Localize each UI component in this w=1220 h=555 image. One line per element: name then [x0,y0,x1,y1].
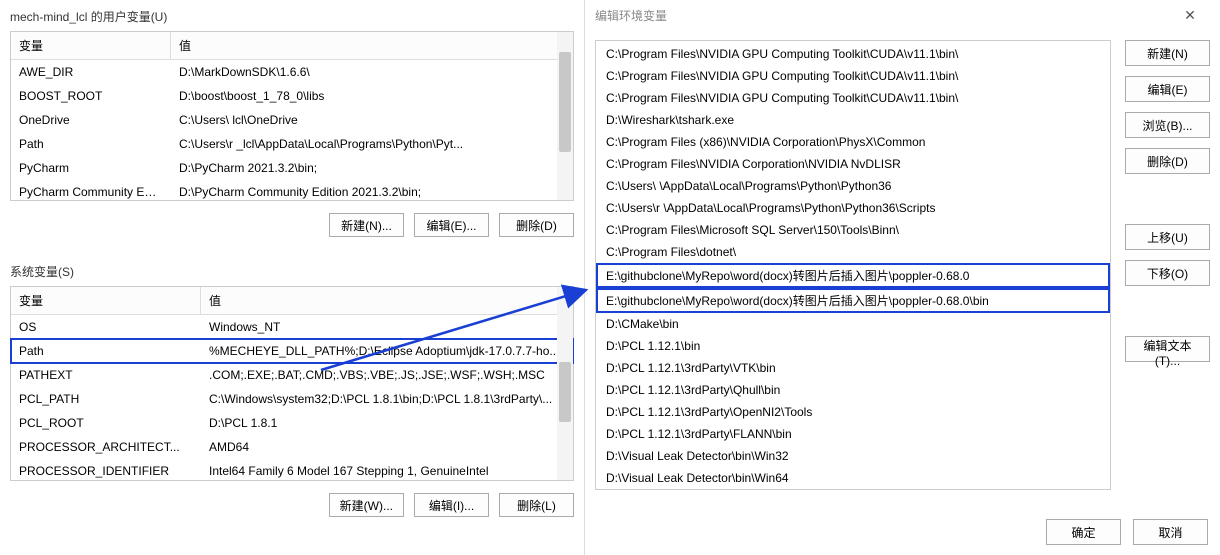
edit-sys-var-button[interactable]: 编辑(I)... [414,493,489,517]
table-header: 变量 值 [11,287,573,315]
cell-value: C:\Users\r _lcl\AppData\Local\Programs\P… [171,134,573,154]
col-variable[interactable]: 变量 [11,287,201,314]
ok-button[interactable]: 确定 [1046,519,1121,545]
list-item[interactable]: C:\Program Files\NVIDIA GPU Computing To… [596,43,1110,65]
table-row[interactable]: PROCESSOR_ARCHITECT...AMD64 [11,435,573,459]
table-row[interactable]: PCL_ROOTD:\PCL 1.8.1 [11,411,573,435]
cell-value: D:\boost\boost_1_78_0\libs [171,86,573,106]
env-vars-window: mech-mind_lcl 的用户变量(U) 变量 值 AWE_DIRD:\Ma… [0,0,585,555]
delete-path-button[interactable]: 删除(D) [1125,148,1210,174]
browse-button[interactable]: 浏览(B)... [1125,112,1210,138]
list-item[interactable]: D:\Visual Leak Detector\bin\Win32 [596,445,1110,467]
cell-value: AMD64 [201,437,573,457]
cell-variable: PROCESSOR_ARCHITECT... [11,437,201,457]
user-vars-table: 变量 值 AWE_DIRD:\MarkDownSDK\1.6.6\BOOST_R… [10,31,574,201]
sys-vars-label: 系统变量(S) [0,255,584,286]
col-value[interactable]: 值 [171,32,573,59]
cell-value: %MECHEYE_DLL_PATH%;D:\Eclipse Adoptium\j… [201,341,573,361]
table-row[interactable]: PyCharmD:\PyCharm 2021.3.2\bin; [11,156,573,180]
user-button-row: 新建(N)... 编辑(E)... 删除(D) [0,201,584,247]
scrollbar[interactable] [557,32,573,200]
close-icon[interactable]: ✕ [1170,7,1210,24]
cell-variable: PyCharm Community Editi... [11,182,171,200]
edit-user-var-button[interactable]: 编辑(E)... [414,213,489,237]
table-row[interactable]: AWE_DIRD:\MarkDownSDK\1.6.6\ [11,60,573,84]
table-row[interactable]: PROCESSOR_IDENTIFIERIntel64 Family 6 Mod… [11,459,573,483]
cell-value: .COM;.EXE;.BAT;.CMD;.VBS;.VBE;.JS;.JSE;.… [201,365,573,385]
move-up-button[interactable]: 上移(U) [1125,224,1210,250]
cell-value: C:\Users\ lcl\OneDrive [171,110,573,130]
list-item[interactable]: C:\Program Files\NVIDIA GPU Computing To… [596,65,1110,87]
table-row[interactable]: OSWindows_NT [11,315,573,339]
sys-vars-table: 变量 值 OSWindows_NTPath%MECHEYE_DLL_PATH%;… [10,286,574,481]
list-item[interactable]: D:\PCL 1.12.1\3rdParty\VTK\bin [596,357,1110,379]
delete-sys-var-button[interactable]: 删除(L) [499,493,574,517]
list-item[interactable]: D:\PCL 1.12.1\bin [596,335,1110,357]
user-vars-label: mech-mind_lcl 的用户变量(U) [0,0,584,31]
cell-value: D:\PCL 1.8.1 [201,413,573,433]
path-list[interactable]: C:\Program Files\NVIDIA GPU Computing To… [595,40,1111,490]
table-row[interactable]: BOOST_ROOTD:\boost\boost_1_78_0\libs [11,84,573,108]
list-item[interactable]: C:\Users\ \AppData\Local\Programs\Python… [596,175,1110,197]
list-item[interactable]: D:\PCL 1.12.1\3rdParty\Qhull\bin [596,379,1110,401]
list-item[interactable]: E:\githubclone\MyRepo\word(docx)转图片后插入图片… [596,288,1110,313]
cell-value: Windows_NT [201,317,573,337]
list-item[interactable]: D:\CMake\bin [596,313,1110,335]
cell-variable: PyCharm [11,158,171,178]
cell-variable: AWE_DIR [11,62,171,82]
dialog-footer: 确定 取消 [1046,519,1208,545]
list-item[interactable]: D:\PCL 1.12.1\3rdParty\OpenNI2\Tools [596,401,1110,423]
edit-path-button[interactable]: 编辑(E) [1125,76,1210,102]
dialog-side-buttons: 新建(N) 编辑(E) 浏览(B)... 删除(D) 上移(U) 下移(O) 编… [1125,40,1210,490]
cancel-button[interactable]: 取消 [1133,519,1208,545]
list-item[interactable]: D:\Wireshark\tshark.exe [596,109,1110,131]
list-item[interactable]: C:\Program Files (x86)\NVIDIA Corporatio… [596,131,1110,153]
cell-value: D:\PyCharm 2021.3.2\bin; [171,158,573,178]
edit-text-button[interactable]: 编辑文本(T)... [1125,336,1210,362]
edit-env-var-dialog: 编辑环境变量 ✕ C:\Program Files\NVIDIA GPU Com… [585,0,1220,555]
table-row[interactable]: PyCharm Community Editi...D:\PyCharm Com… [11,180,573,200]
table-row[interactable]: OneDriveC:\Users\ lcl\OneDrive [11,108,573,132]
cell-variable: OS [11,317,201,337]
cell-variable: BOOST_ROOT [11,86,171,106]
col-variable[interactable]: 变量 [11,32,171,59]
table-row[interactable]: Path%MECHEYE_DLL_PATH%;D:\Eclipse Adopti… [11,339,573,363]
list-item[interactable]: D:\PCL 1.12.1\3rdParty\FLANN\bin [596,423,1110,445]
list-item[interactable]: D:\Visual Leak Detector\bin\Win64 [596,467,1110,489]
cell-variable: PATHEXT [11,365,201,385]
list-item[interactable]: E:\githubclone\MyRepo\word(docx)转图片后插入图片… [596,263,1110,288]
delete-user-var-button[interactable]: 删除(D) [499,213,574,237]
table-header: 变量 值 [11,32,573,60]
cell-variable: Path [11,134,171,154]
new-path-button[interactable]: 新建(N) [1125,40,1210,66]
sys-button-row: 新建(W)... 编辑(I)... 删除(L) [0,481,584,527]
cell-variable: Path [11,341,201,361]
new-user-var-button[interactable]: 新建(N)... [329,213,404,237]
cell-variable: PCL_PATH [11,389,201,409]
col-value[interactable]: 值 [201,287,573,314]
list-item[interactable]: C:\Program Files\Microsoft SQL Server\15… [596,219,1110,241]
cell-variable: OneDrive [11,110,171,130]
move-down-button[interactable]: 下移(O) [1125,260,1210,286]
cell-value: D:\MarkDownSDK\1.6.6\ [171,62,573,82]
scrollbar[interactable] [557,287,573,480]
new-sys-var-button[interactable]: 新建(W)... [329,493,404,517]
cell-value: C:\Windows\system32;D:\PCL 1.8.1\bin;D:\… [201,389,573,409]
list-item[interactable]: C:\Users\r \AppData\Local\Programs\Pytho… [596,197,1110,219]
dialog-title-text: 编辑环境变量 [595,7,667,24]
list-item[interactable]: C:\Program Files\NVIDIA GPU Computing To… [596,87,1110,109]
cell-variable: PCL_ROOT [11,413,201,433]
list-item[interactable]: C:\Program Files\NVIDIA Corporation\NVID… [596,153,1110,175]
cell-value: Intel64 Family 6 Model 167 Stepping 1, G… [201,461,573,481]
table-row[interactable]: PCL_PATHC:\Windows\system32;D:\PCL 1.8.1… [11,387,573,411]
cell-variable: PROCESSOR_IDENTIFIER [11,461,201,481]
dialog-titlebar: 编辑环境变量 ✕ [585,0,1220,30]
cell-value: D:\PyCharm Community Edition 2021.3.2\bi… [171,182,573,200]
table-row[interactable]: PathC:\Users\r _lcl\AppData\Local\Progra… [11,132,573,156]
table-row[interactable]: PATHEXT.COM;.EXE;.BAT;.CMD;.VBS;.VBE;.JS… [11,363,573,387]
list-item[interactable]: C:\Program Files\dotnet\ [596,241,1110,263]
